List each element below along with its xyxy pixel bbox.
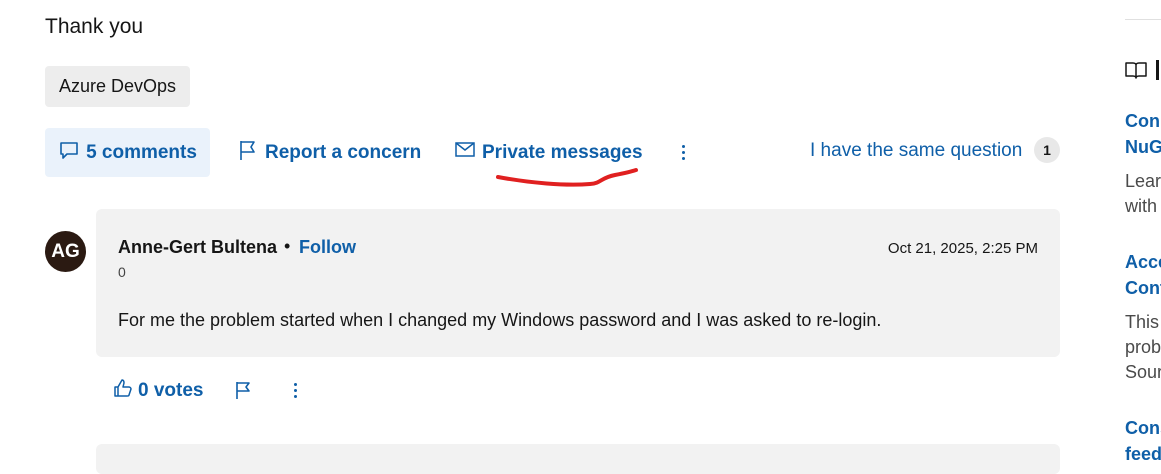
sidebar-item-2-title[interactable]: Acce Cont — [1125, 249, 1161, 301]
private-messages-label: Private messages — [482, 141, 643, 163]
comment-author[interactable]: Anne-Gert Bultena — [118, 237, 277, 258]
more-options-icon[interactable] — [675, 140, 691, 164]
comment-date: Oct 21, 2025, 2:25 PM — [887, 240, 1038, 257]
comment-body: For me the problem started when I change… — [118, 310, 882, 330]
comment-card: Anne-Gert Bultena • Follow 0 Oct 21, 202… — [96, 209, 1060, 357]
sidebar-heading-fragment — [1156, 60, 1159, 80]
question-closing-text: Thank you — [45, 15, 144, 38]
comment-more-options-icon[interactable] — [287, 380, 303, 400]
sidebar-item-3-title[interactable]: Cons feed — [1125, 415, 1161, 467]
report-concern-label: Report a concern — [265, 141, 422, 163]
flag-icon — [238, 139, 258, 167]
same-question-button[interactable]: I have the same question — [810, 128, 1022, 173]
same-question-count-badge: 1 — [1034, 137, 1060, 163]
speech-bubble-icon — [58, 139, 80, 167]
sidebar-item-1-title[interactable]: Conn NuG — [1125, 108, 1161, 160]
report-concern-button[interactable]: Report a concern — [238, 128, 421, 177]
author-separator: • — [284, 236, 291, 256]
envelope-icon — [455, 141, 475, 164]
sidebar-item-2-desc: This prob Sour — [1125, 312, 1161, 382]
thumbs-up-icon — [113, 378, 133, 404]
author-reputation: 0 — [118, 264, 126, 280]
votes-label: 0 votes — [138, 380, 204, 401]
comments-label: 5 comments — [86, 141, 197, 163]
report-comment-flag-icon[interactable] — [234, 380, 252, 405]
next-comment-card — [96, 444, 1060, 474]
tag-azure-devops[interactable]: Azure DevOps — [45, 66, 191, 107]
follow-button[interactable]: Follow — [299, 237, 356, 258]
sidebar-divider — [1125, 19, 1161, 20]
comments-button[interactable]: 5 comments — [45, 128, 210, 177]
book-icon — [1125, 60, 1147, 85]
vote-button[interactable]: 0 votes — [113, 378, 203, 404]
avatar[interactable]: AG — [45, 231, 86, 272]
red-underline-annotation — [496, 168, 638, 187]
sidebar-item-1-desc: Lear with — [1125, 171, 1161, 216]
